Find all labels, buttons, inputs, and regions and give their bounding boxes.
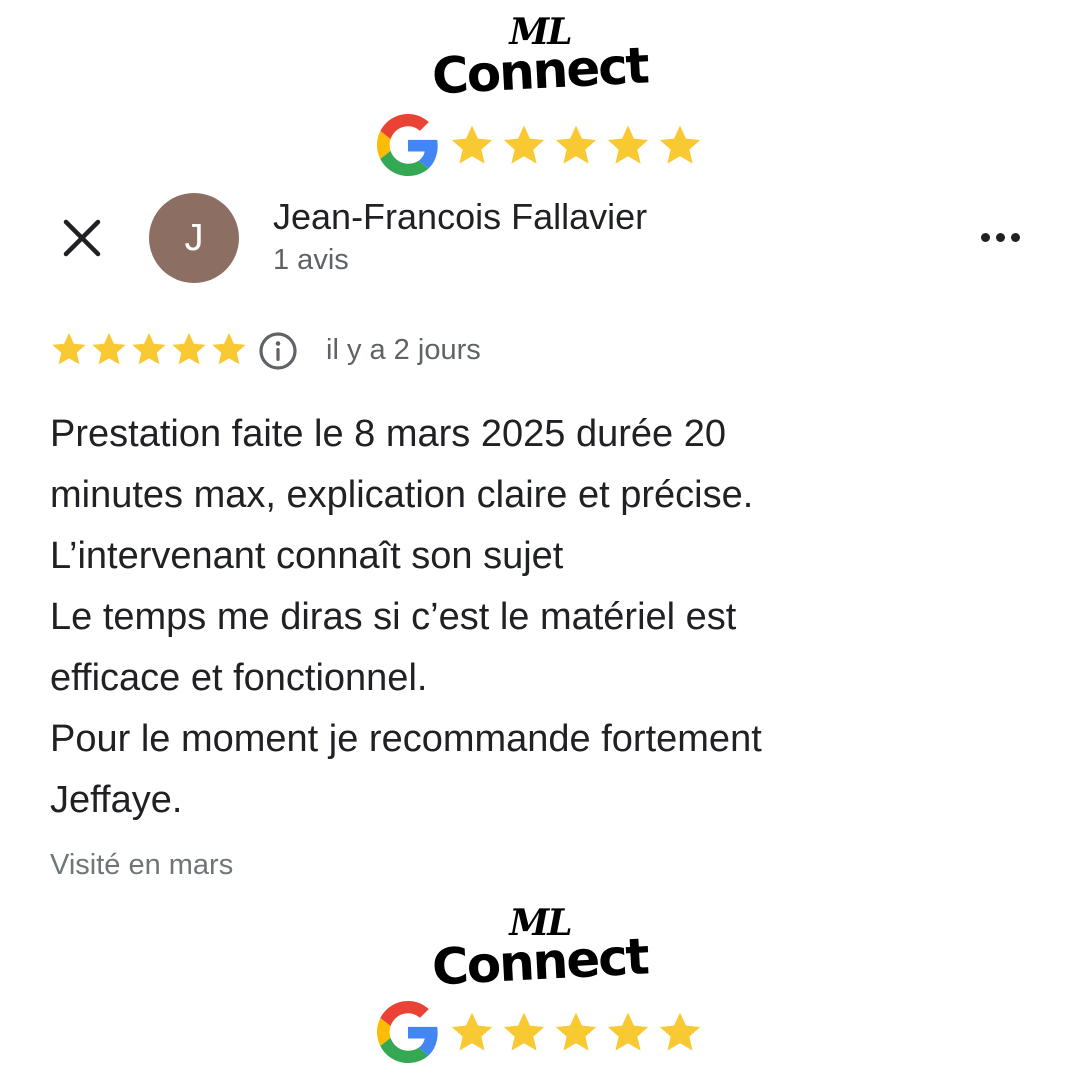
review-text-line: efficace et fonctionnel. [50,657,428,699]
review-text-line: minutes max, explication claire et préci… [50,474,754,516]
close-button[interactable] [58,214,106,262]
star-icon [52,332,86,365]
ml-connect-logo: ML Connect [431,14,649,106]
more-options-button[interactable] [970,222,1030,252]
star-icon [607,1012,649,1051]
author-name[interactable]: Jean-Francois Fallavier [273,196,647,238]
avatar-initial: J [184,216,204,259]
visit-date: Visité en mars [50,849,234,881]
star-icon [659,1012,701,1051]
star-icon [451,1012,493,1051]
review-text: Prestation faite le 8 mars 2025 durée 20… [50,404,1010,831]
brand-footer: ML Connect [0,905,1080,1063]
review-rating-stars [50,330,248,368]
logo-connect-text: Connect [430,927,650,997]
more-dot [995,232,1005,242]
brand-header: ML Connect [0,14,1080,176]
google-rating-row [0,114,1080,176]
star-icon [503,1012,545,1051]
review-text-line: Jeffaye. [50,779,183,821]
more-dot [1010,232,1020,242]
close-icon [63,219,101,257]
review-text-line: Le temps me diras si c’est le matériel e… [50,596,737,638]
review-text-line: Prestation faite le 8 mars 2025 durée 20 [50,413,726,455]
star-icon [659,125,701,164]
star-icon [503,125,545,164]
author-review-count: 1 avis [273,244,349,276]
star-icon [92,332,126,365]
avatar[interactable]: J [149,193,239,283]
review-date: il y a 2 jours [326,334,481,366]
star-icon [555,1012,597,1051]
more-dot [980,232,990,242]
review-text-line: Pour le moment je recommande fortement [50,718,762,760]
google-g-icon [377,114,438,176]
google-g-icon [377,1001,438,1063]
star-icon [451,125,493,164]
info-icon[interactable] [258,331,298,371]
star-icon [172,332,206,365]
star-icon [212,332,246,365]
star-icon [607,125,649,164]
star-icon [555,125,597,164]
review-text-line: L’intervenant connaît son sujet [50,535,564,577]
logo-connect-text: Connect [430,36,650,106]
star-icon [132,332,166,365]
ml-connect-logo: ML Connect [431,905,649,997]
google-rating-row [0,1001,1080,1063]
